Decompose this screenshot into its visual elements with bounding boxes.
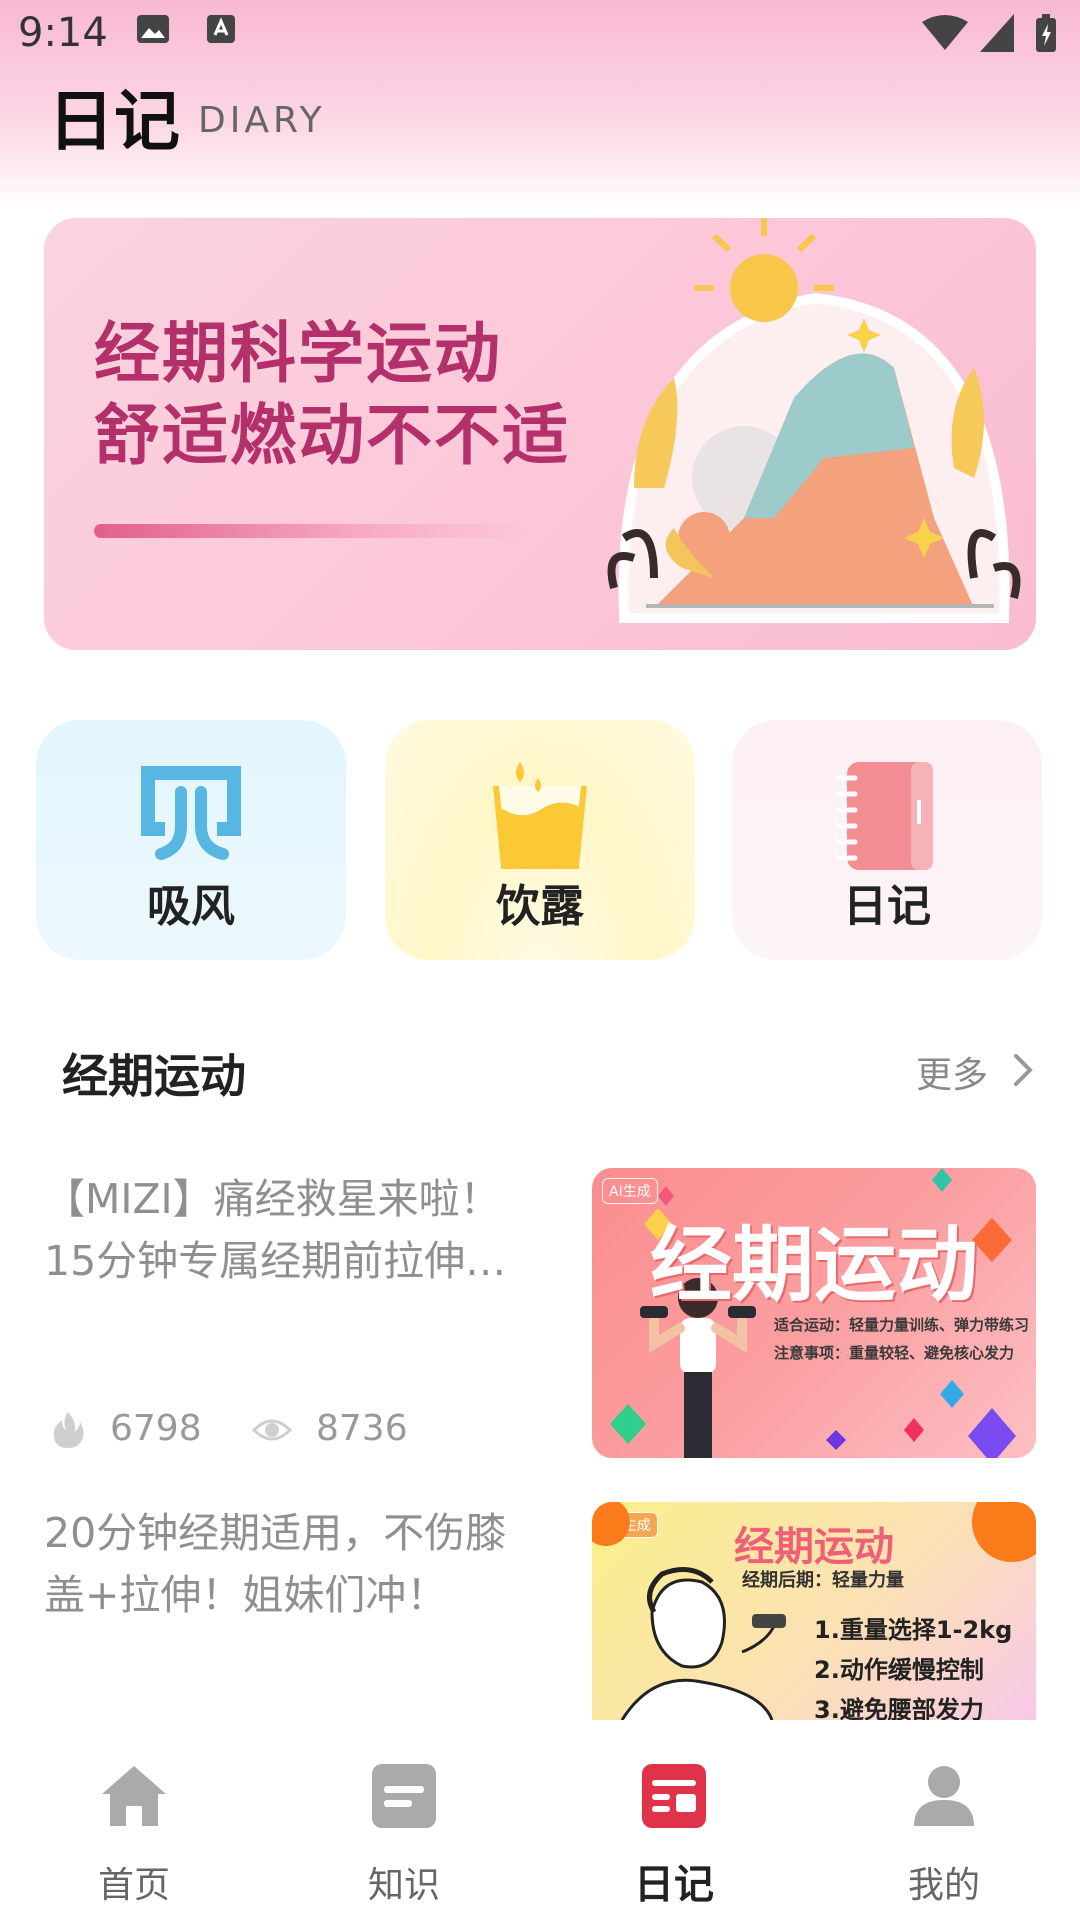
tab-knowledge[interactable]: 知识 bbox=[304, 1760, 504, 1906]
wind-icon bbox=[141, 766, 241, 860]
page-subtitle: DIARY bbox=[198, 100, 326, 141]
card-wind[interactable]: 吸风 bbox=[36, 720, 346, 960]
flame-icon bbox=[53, 1412, 84, 1448]
thumbnail-subtitle: 经期后期：轻量力量 bbox=[742, 1570, 904, 1591]
keyboard-a-icon bbox=[207, 15, 235, 43]
card-water-label: 饮露 bbox=[496, 881, 584, 932]
card-diary[interactable]: 日记 bbox=[732, 720, 1042, 960]
tab-home[interactable]: 首页 bbox=[34, 1760, 234, 1906]
tab-home-label: 首页 bbox=[97, 1865, 170, 1906]
article-thumbnail[interactable]: AI生成 经期运动 经期后期：轻量力量 1.重量选择1-2kg 2.动作缓慢控制… bbox=[592, 1502, 1036, 1720]
thumbnail-title: 经期运动 bbox=[649, 1218, 978, 1313]
banner-subheadline: 舒适燃动不不适 bbox=[94, 397, 570, 474]
page-title: 日记 bbox=[48, 83, 180, 160]
water-cup-icon bbox=[493, 762, 587, 869]
diary-icon bbox=[642, 1764, 706, 1828]
tab-diary[interactable]: 日记 bbox=[574, 1760, 774, 1908]
card-diary-label: 日记 bbox=[843, 881, 931, 932]
status-time: 9:14 bbox=[18, 10, 108, 56]
thumbnail-note-1: 适合运动：轻量力量训练、弹力带练习 bbox=[774, 1316, 1030, 1334]
article-views: 8736 bbox=[316, 1408, 408, 1449]
bottom-tab-bar: 首页 知识 日记 我的 bbox=[0, 1720, 1080, 1920]
yoga-illustration bbox=[607, 218, 1021, 623]
section-more-link[interactable]: 更多 bbox=[916, 1046, 988, 1098]
status-bar: 9:14 bbox=[0, 0, 1080, 72]
thumbnail-note-2: 注意事项：重量较轻、避免核心发力 bbox=[774, 1344, 1015, 1362]
profile-icon bbox=[914, 1766, 974, 1826]
thumbnail-list-item: 3.避免腰部发力 bbox=[814, 1696, 984, 1720]
section-title: 经期运动 bbox=[62, 1049, 246, 1103]
battery-icon bbox=[1036, 14, 1056, 52]
thumbnail-title: 经期运动 bbox=[734, 1524, 894, 1570]
article-title[interactable]: 【MIZI】痛经救星来啦！15分钟专属经期前拉伸运动 bbox=[44, 1168, 524, 1292]
article-thumbnail[interactable]: AI生成 经期运动 适合运动：轻量力量训练、弹力带练习 注意事项：重量较轻、避免… bbox=[592, 1168, 1036, 1458]
cellular-signal-icon bbox=[980, 14, 1014, 52]
promo-banner[interactable]: 经期科学运动 舒适燃动不不适 bbox=[44, 218, 1036, 650]
chevron-right-icon[interactable] bbox=[1008, 1052, 1038, 1088]
thumbnail-list-item: 2.动作缓慢控制 bbox=[814, 1656, 984, 1684]
wifi-icon bbox=[922, 15, 968, 50]
eye-icon bbox=[252, 1419, 292, 1441]
gallery-icon bbox=[137, 15, 169, 43]
article-title[interactable]: 20分钟经期适用，不伤膝盖+拉伸！姐妹们冲！ bbox=[44, 1502, 524, 1626]
tab-diary-label: 日记 bbox=[634, 1862, 714, 1908]
banner-decoration-bar bbox=[94, 524, 524, 538]
card-water[interactable]: 饮露 bbox=[385, 720, 695, 960]
tab-knowledge-label: 知识 bbox=[367, 1865, 440, 1906]
thumbnail-list-item: 1.重量选择1-2kg bbox=[814, 1616, 1013, 1644]
tab-profile[interactable]: 我的 bbox=[844, 1760, 1044, 1906]
article-likes: 6798 bbox=[110, 1408, 202, 1449]
knowledge-icon bbox=[372, 1764, 436, 1828]
home-icon bbox=[102, 1766, 166, 1826]
tab-profile-label: 我的 bbox=[907, 1865, 980, 1906]
notebook-icon bbox=[836, 762, 933, 870]
card-wind-label: 吸风 bbox=[147, 881, 235, 932]
